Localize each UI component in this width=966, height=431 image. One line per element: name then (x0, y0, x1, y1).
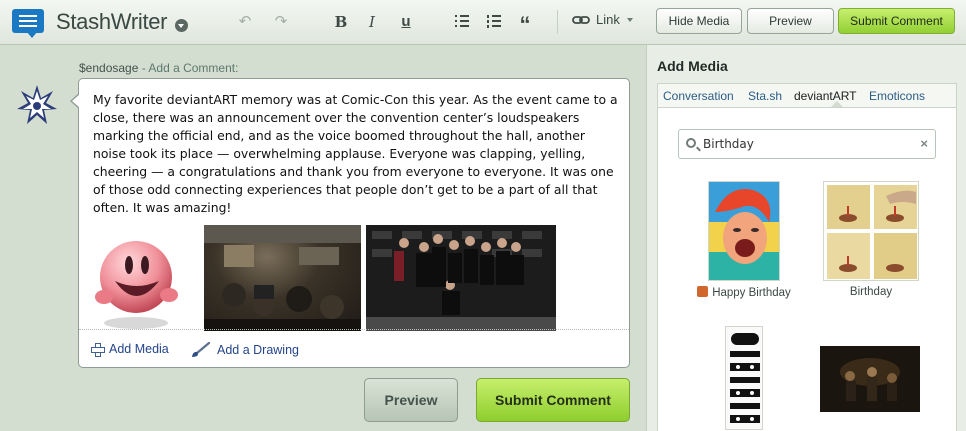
comment-header: $endosage - Add a Comment: (79, 61, 238, 75)
username[interactable]: $endosage (79, 61, 138, 75)
avatar[interactable] (16, 84, 58, 126)
result-thumbnail-happy-birthday[interactable] (708, 181, 780, 281)
chevron-down-icon (626, 17, 633, 22)
submit-comment-button-top[interactable]: Submit Comment (838, 8, 955, 34)
embedded-emoticon-image[interactable] (91, 225, 181, 331)
comment-subtitle: - Add a Comment: (141, 61, 239, 75)
add-media-label: Add Media (109, 342, 169, 356)
quote-button[interactable]: “ (517, 13, 533, 37)
clear-search-icon[interactable]: × (920, 136, 928, 151)
panel-title: Add Media (657, 58, 728, 74)
preview-button[interactable]: Preview (364, 378, 458, 422)
link-label: Link (596, 12, 620, 27)
result-thumbnail-comic-strip[interactable] (725, 326, 763, 430)
result-caption-text: Happy Birthday (712, 287, 791, 299)
paintbrush-icon (192, 342, 211, 357)
chain-link-icon (572, 15, 590, 24)
media-search-box: × (678, 129, 936, 159)
tab-deviantart[interactable]: deviantART (794, 89, 856, 103)
link-dropdown[interactable]: Link (572, 12, 633, 27)
add-media-panel: Add Media Conversation Sta.sh deviantART… (646, 45, 966, 431)
app-name: StashWriter (56, 9, 168, 34)
add-drawing-link[interactable]: Add a Drawing (191, 342, 299, 358)
tab-stash[interactable]: Sta.sh (748, 89, 782, 103)
comment-body[interactable]: My favorite deviantART memory was at Com… (93, 91, 619, 217)
add-media-link[interactable]: Add Media (91, 342, 169, 357)
bold-button[interactable]: B (333, 13, 349, 31)
plus-icon (91, 343, 105, 357)
submit-comment-button[interactable]: Submit Comment (476, 378, 630, 422)
app-logo[interactable]: StashWriter (12, 7, 168, 38)
preview-button-top[interactable]: Preview (747, 8, 834, 34)
bulleted-list-icon[interactable] (455, 15, 469, 27)
result-caption-birthday[interactable]: Birthday (821, 286, 921, 298)
undo-icon[interactable]: ↶ (236, 13, 254, 31)
fire-badge-icon (697, 286, 709, 297)
embedded-photo-convention-floor[interactable] (204, 225, 361, 331)
result-thumbnail-dark-painting[interactable] (820, 346, 920, 412)
tab-conversation[interactable]: Conversation (663, 89, 734, 103)
add-drawing-label: Add a Drawing (217, 343, 299, 357)
editor-footer: Add Media Add a Drawing (79, 329, 629, 367)
toolbar-divider (557, 10, 558, 34)
media-tabs: Conversation Sta.sh deviantART Emoticons (657, 83, 957, 107)
numbered-list-icon[interactable] (487, 15, 501, 28)
result-thumbnail-birthday[interactable] (823, 181, 919, 281)
hide-media-button[interactable]: Hide Media (656, 8, 742, 34)
tab-emoticons[interactable]: Emoticons (869, 89, 925, 103)
italic-button[interactable]: I (364, 13, 380, 31)
top-toolbar: StashWriter ↶ ↷ B I u “ Link Hide Media … (0, 0, 966, 45)
redo-icon[interactable]: ↷ (272, 13, 290, 31)
embedded-photo-team-group[interactable] (366, 225, 556, 331)
app-menu-caret-icon[interactable] (175, 19, 188, 32)
underline-button[interactable]: u (398, 13, 414, 31)
media-search-input[interactable] (703, 135, 913, 153)
comment-editor[interactable]: My favorite deviantART memory was at Com… (70, 78, 630, 368)
search-icon (686, 138, 696, 148)
media-results-area: × Happy Birthday (657, 107, 957, 431)
result-caption-happy-birthday[interactable]: Happy Birthday (694, 286, 794, 299)
stashwriter-logo-icon (12, 7, 50, 38)
